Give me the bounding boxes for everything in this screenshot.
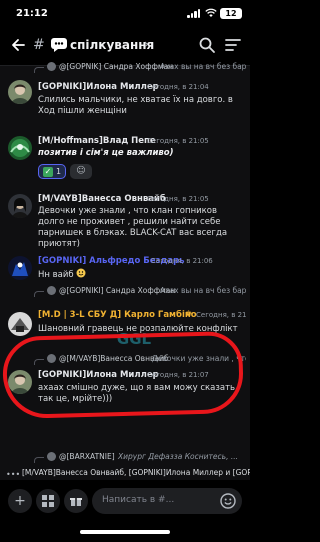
avatar[interactable] (8, 256, 32, 280)
typing-indicator: ••• [M/VAYB]Ванесса Овнвайб, [GOPNIKI]Ил… (0, 466, 250, 480)
reply-preview[interactable]: @[BARXATNIE] Хирург Дефазза Коснитесь, .… (34, 452, 246, 463)
typing-text: [M/VAYB]Ванесса Овнвайб, [GOPNIKI]Илона … (22, 468, 250, 477)
speech-bubble-icon (51, 38, 67, 52)
reply-text: Ахах вы на вч без бархатных никуда 😉 впр… (160, 286, 246, 295)
reply-avatar (47, 62, 56, 71)
gift-icon (70, 498, 82, 506)
message-timestamp: Сегодня, в 21:05 (147, 195, 209, 203)
message-text: Нн вайб (38, 268, 244, 281)
message-text: позитив і сім'я це важливо) (38, 148, 174, 158)
message-text: Девочки уже знали , что клан гопников до… (38, 206, 228, 249)
emoji-picker-icon[interactable] (220, 493, 236, 509)
reply-author: @[BARXATNIE] (59, 452, 115, 461)
reply-connector (34, 291, 44, 297)
message-author[interactable]: [M/Hoffmans]Влад Пепе (38, 136, 156, 146)
reply-author: @[GOPNIKI] Сандра Хоффман (59, 286, 176, 295)
channel-hash-icon: # (33, 37, 45, 53)
reply-preview[interactable]: @[GOPNIKI] Сандра Хоффман Ахах вы на вч … (34, 286, 246, 297)
home-indicator (80, 530, 170, 534)
avatar[interactable] (8, 312, 32, 336)
message-input-placeholder: Написать в #... (102, 495, 175, 505)
message-input[interactable]: Написать в #... (92, 488, 242, 514)
gift-button[interactable] (64, 489, 88, 513)
message-text-content: Нн вайб (38, 270, 74, 280)
signal-icon (187, 9, 201, 18)
status-bar: 21:12 12 (0, 0, 250, 26)
apps-icon (42, 495, 54, 507)
message-timestamp: Сегодня, в 21:05 (147, 137, 209, 145)
reply-text: Хирург Дефазза Коснитесь, ... (118, 452, 238, 461)
message-composer: + Написать в #... (0, 480, 250, 518)
avatar[interactable] (8, 194, 32, 218)
wifi-icon (205, 8, 217, 17)
reply-preview[interactable]: @[GOPNIK] Сандра Хоффман Ахах вы на вч б… (34, 62, 246, 73)
check-mark-icon: ✓ (43, 166, 53, 177)
annotation-highlight (1, 330, 245, 420)
reaction-chip[interactable]: ✓ 1 (38, 164, 67, 179)
message-text: Слились мальчики, не хватає їх на довго.… (38, 95, 233, 116)
add-attachment-button[interactable]: + (8, 489, 32, 513)
channel-title[interactable]: спілкування (70, 38, 154, 52)
typing-dots-icon: ••• (6, 470, 21, 479)
emoji-icon (76, 268, 86, 278)
role-icon: ♚ (185, 309, 193, 318)
reply-connector (34, 67, 44, 73)
threads-icon[interactable] (224, 36, 242, 54)
apps-button[interactable] (36, 489, 60, 513)
chevron-right-icon[interactable]: › (144, 37, 149, 51)
message-timestamp: Сегодня, в 21:04 (147, 83, 209, 91)
message-author[interactable]: [M.D | 3-L СБУ Д] Карло Гамбіно (38, 310, 197, 320)
add-reaction-button[interactable]: ☺ (70, 164, 92, 179)
reply-text: Ахах вы на вч без бархатных никуда 😉 впр… (160, 62, 246, 71)
message-timestamp: Сегодня, в 21:06 (196, 311, 246, 319)
avatar[interactable] (8, 136, 32, 160)
message-timestamp: Сегодня, в 21:06 (151, 257, 213, 265)
channel-header: # спілкування › (0, 26, 250, 66)
reaction-count: 1 (56, 167, 62, 176)
reply-avatar (47, 286, 56, 295)
reply-connector (34, 457, 44, 463)
search-icon[interactable] (198, 36, 216, 54)
message-list[interactable]: @[GOPNIK] Сандра Хоффман Ахах вы на вч б… (0, 62, 250, 466)
status-time: 21:12 (16, 8, 48, 19)
reply-avatar (47, 452, 56, 461)
message-author[interactable]: [GOPNIKI]Илона Миллер (38, 82, 159, 92)
reply-author: @[GOPNIK] Сандра Хоффман (59, 62, 174, 71)
battery-icon: 12 (220, 8, 242, 19)
back-arrow-icon[interactable] (10, 37, 26, 53)
avatar[interactable] (8, 80, 32, 104)
